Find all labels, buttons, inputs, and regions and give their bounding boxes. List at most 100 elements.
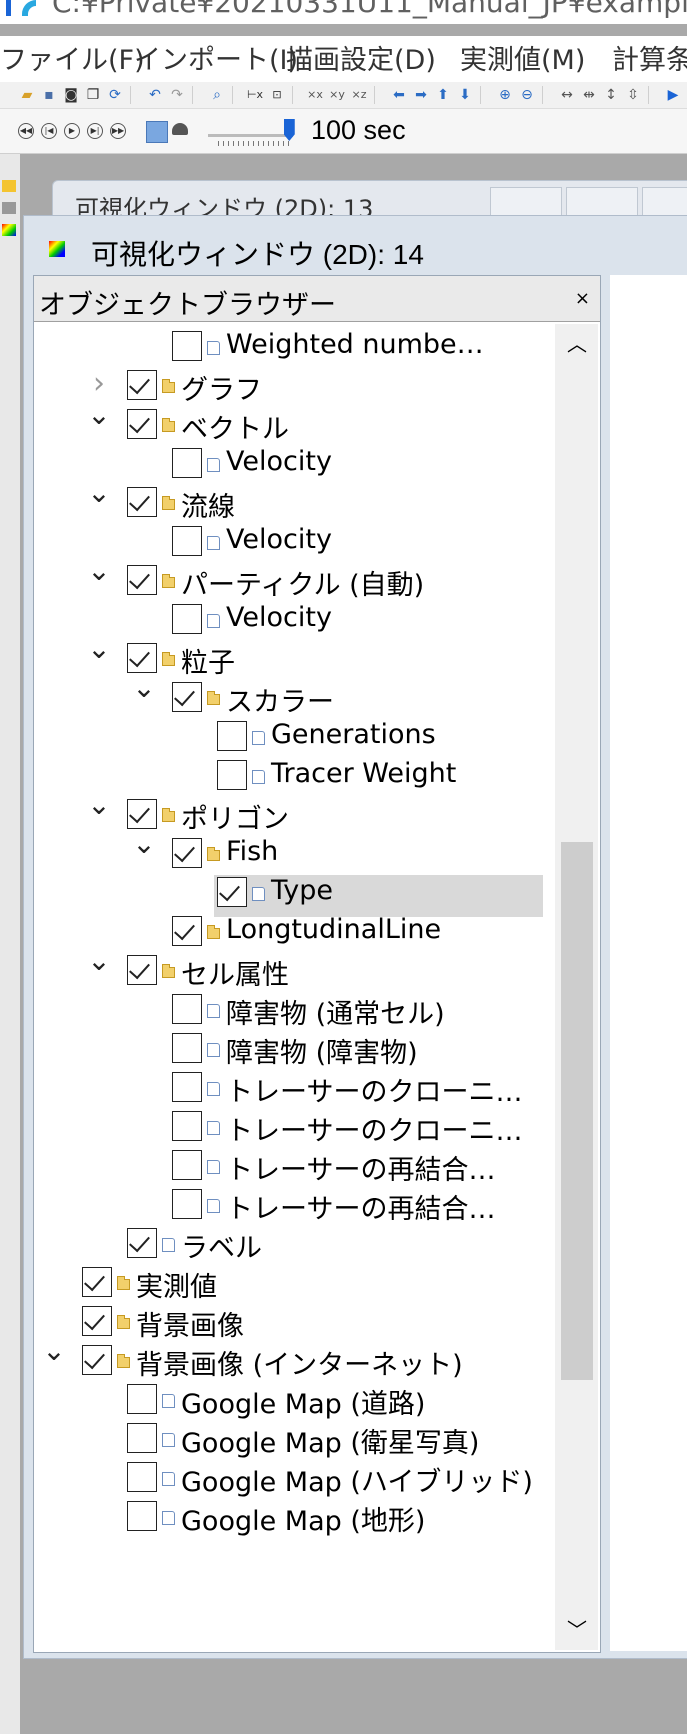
item-checkbox[interactable] (172, 604, 202, 634)
item-checkbox[interactable] (172, 1189, 202, 1219)
item-checkbox[interactable] (217, 760, 247, 790)
item-checkbox[interactable] (172, 526, 202, 556)
run-icon[interactable]: ▶ (664, 86, 682, 104)
chevron-down-icon[interactable]: ⌄ (132, 674, 156, 702)
undo-icon[interactable]: ↶ (146, 86, 164, 104)
expand-v-icon[interactable]: ↕ (602, 86, 620, 104)
settings-icon[interactable]: ⟳ (106, 86, 124, 104)
tree-item[interactable]: トレーサーのクローニ… (34, 1068, 554, 1110)
chevron-right-icon[interactable]: › (87, 369, 111, 399)
tree-item[interactable]: LongtudinalLine (34, 912, 554, 954)
fit-x-icon[interactable]: ⨯x (306, 86, 324, 104)
chevron-down-icon[interactable]: ⌄ (87, 557, 111, 585)
tree-scrollbar[interactable]: ︿ ﹀ (555, 324, 598, 1650)
tree-item[interactable]: Google Map (地形) (34, 1497, 554, 1539)
chevron-down-icon[interactable]: ⌄ (42, 1337, 66, 1365)
save-icon[interactable]: ▪ (40, 86, 58, 104)
menu-measured-values[interactable]: 実測値(M) (460, 38, 585, 77)
item-checkbox[interactable] (172, 1111, 202, 1141)
chevron-down-icon[interactable]: ﹀ (565, 1618, 589, 1642)
item-checkbox[interactable] (127, 1501, 157, 1531)
menu-import[interactable]: インポート(I) (134, 38, 298, 77)
speed-icon[interactable] (172, 123, 188, 135)
rewind-icon[interactable]: ◀◀ (18, 123, 34, 139)
tree-item[interactable]: ⌄ スカラー (34, 674, 554, 720)
item-checkbox[interactable] (172, 838, 202, 868)
menu-draw-settings[interactable]: 描画設定(D) (286, 38, 436, 77)
snapshot-icon[interactable]: ◙ (62, 86, 80, 104)
tree-item[interactable]: 背景画像 (34, 1302, 554, 1344)
item-checkbox[interactable] (127, 643, 157, 673)
item-checkbox[interactable] (172, 1150, 202, 1180)
item-checkbox[interactable] (127, 370, 157, 400)
copy-icon[interactable]: ❐ (84, 86, 102, 104)
chevron-down-icon[interactable]: ⌄ (87, 947, 111, 975)
tree-item[interactable]: ラベル (34, 1224, 554, 1266)
item-checkbox[interactable] (127, 1462, 157, 1492)
tree-item[interactable]: Velocity (34, 444, 554, 486)
tree-item[interactable]: ⌄ セル属性 (34, 947, 554, 993)
tree-item[interactable]: 障害物 (障害物) (34, 1029, 554, 1071)
item-checkbox[interactable] (127, 799, 157, 829)
chevron-down-icon[interactable]: ⌄ (87, 791, 111, 819)
chevron-down-icon[interactable]: ⌄ (87, 635, 111, 663)
arrow-right-icon[interactable]: ➡ (412, 86, 430, 104)
render-area[interactable] (610, 275, 687, 1651)
chevron-up-icon[interactable]: ︿ (565, 332, 589, 356)
item-checkbox[interactable] (82, 1345, 112, 1375)
play-icon[interactable]: ▶ (64, 123, 80, 139)
item-checkbox[interactable] (127, 1228, 157, 1258)
zoom-out-icon[interactable]: ⊖ (518, 86, 536, 104)
tree-item[interactable]: ⌄ Fish (34, 830, 554, 876)
tree-item[interactable]: ⌄ 粒子 (34, 635, 554, 681)
menu-file[interactable]: ファイル(F) (0, 38, 145, 77)
tree-item[interactable]: 実測値 (34, 1263, 554, 1305)
shrink-h-icon[interactable]: ⇹ (580, 86, 598, 104)
item-checkbox[interactable] (82, 1267, 112, 1297)
open-folder-icon[interactable]: ▰ (18, 86, 36, 104)
chevron-down-icon[interactable]: ⌄ (87, 479, 111, 507)
item-checkbox[interactable] (127, 487, 157, 517)
time-slider-thumb[interactable] (283, 119, 295, 141)
axis-xy-icon[interactable]: ⊡ (268, 86, 286, 104)
tree-item[interactable]: Google Map (衛星写真) (34, 1419, 554, 1461)
loop-toggle-icon[interactable] (146, 121, 168, 143)
tree-item[interactable]: ⌄ 流線 (34, 479, 554, 525)
item-checkbox[interactable] (127, 1423, 157, 1453)
close-icon[interactable]: × (575, 288, 590, 309)
step-forward-icon[interactable]: ▶| (87, 123, 103, 139)
fast-forward-icon[interactable]: ▶▶ (110, 123, 126, 139)
redo-icon[interactable]: ↷ (168, 86, 186, 104)
item-checkbox[interactable] (172, 1033, 202, 1063)
tree-item[interactable]: ⌄ ポリゴン (34, 791, 554, 837)
tree-item[interactable]: 障害物 (通常セル) (34, 990, 554, 1032)
item-checkbox[interactable] (127, 1384, 157, 1414)
tree-item[interactable]: Velocity (34, 600, 554, 642)
tree-item[interactable]: トレーサーのクローニ… (34, 1107, 554, 1149)
arrow-up-icon[interactable]: ⬆ (434, 86, 452, 104)
item-checkbox[interactable] (172, 682, 202, 712)
tree-item[interactable]: Velocity (34, 522, 554, 564)
fit-y-icon[interactable]: ⨯y (328, 86, 346, 104)
tree-item[interactable]: Tracer Weight (34, 756, 554, 798)
arrow-down-icon[interactable]: ⬇ (456, 86, 474, 104)
tree-item[interactable]: › グラフ (34, 366, 554, 408)
tool-icon-1[interactable] (2, 180, 16, 192)
step-back-icon[interactable]: |◀ (41, 123, 57, 139)
scrollbar-thumb[interactable] (561, 842, 593, 1380)
tree-item[interactable]: Weighted numbe… (34, 327, 554, 369)
zoom-in-icon[interactable]: ⊕ (496, 86, 514, 104)
shrink-v-icon[interactable]: ⇳ (624, 86, 642, 104)
tree-item[interactable]: Type (34, 873, 554, 917)
item-checkbox[interactable] (172, 448, 202, 478)
chevron-down-icon[interactable]: ⌄ (87, 401, 111, 429)
fit-z-icon[interactable]: ⨯z (350, 86, 368, 104)
tree-item[interactable]: Generations (34, 717, 554, 759)
expand-h-icon[interactable]: ↔ (558, 86, 576, 104)
tree-item[interactable]: トレーサーの再結合… (34, 1146, 554, 1188)
item-checkbox[interactable] (127, 409, 157, 439)
zoom-icon[interactable]: ⌕ (208, 86, 226, 104)
tree-item[interactable]: Google Map (ハイブリッド) (34, 1458, 554, 1500)
item-checkbox[interactable] (172, 916, 202, 946)
viz-window[interactable]: 可視化ウィンドウ (2D): 14 オブジェクトブラウザー × Weighted… (23, 215, 687, 1659)
